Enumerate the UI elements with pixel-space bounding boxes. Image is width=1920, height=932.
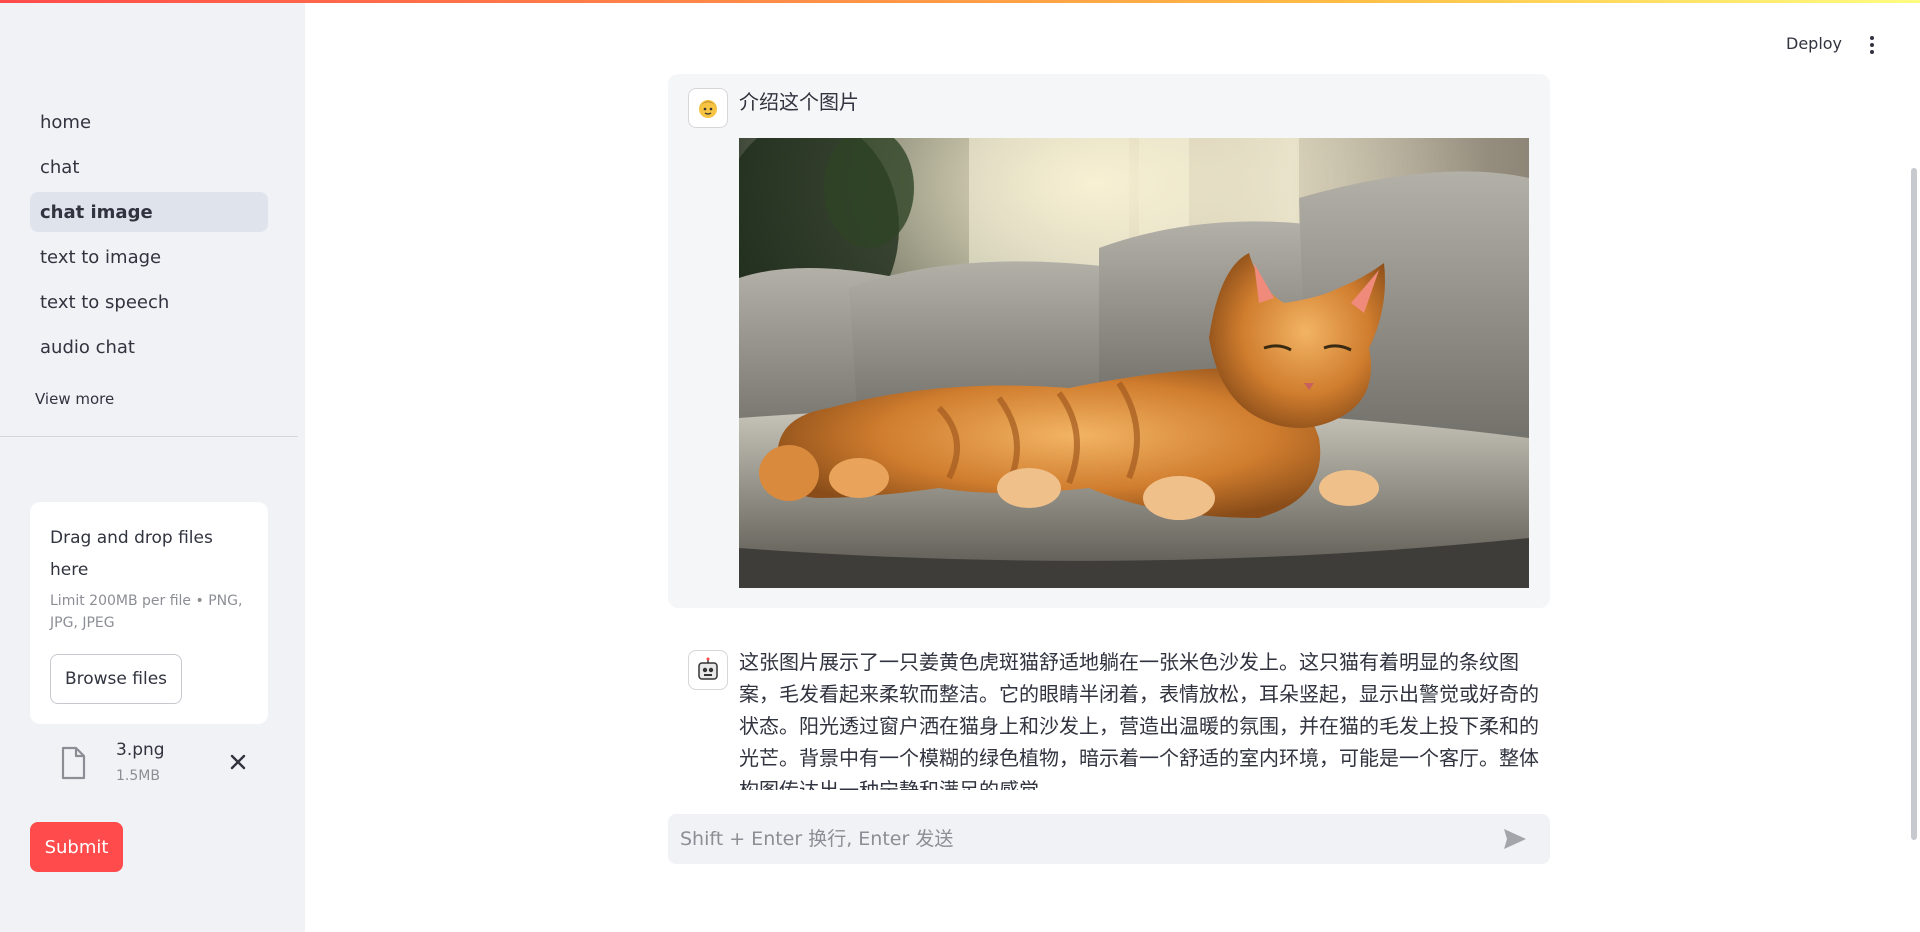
kebab-menu-icon[interactable]: [1862, 34, 1882, 58]
sidebar-item-text-to-speech[interactable]: text to speech: [30, 282, 268, 322]
dropzone-limit-text: Limit 200MB per file • PNG, JPG, JPEG: [50, 593, 243, 631]
deploy-button[interactable]: Deploy: [1786, 34, 1842, 53]
user-message-container: 介绍这个图片: [668, 74, 1550, 608]
sidebar-item-audio-chat[interactable]: audio chat: [30, 327, 268, 367]
sidebar: home chat chat image text to image text …: [0, 0, 305, 932]
dropzone-title: Drag and drop files here: [50, 528, 213, 580]
submit-button[interactable]: Submit: [30, 822, 123, 872]
sidebar-item-chat[interactable]: chat: [30, 147, 268, 187]
user-avatar-icon: [688, 88, 728, 128]
assistant-message-text: 这张图片展示了一只姜黄色虎斑猫舒适地躺在一张米色沙发上。这只猫有着明显的条纹图案…: [739, 650, 1539, 790]
file-icon: [61, 746, 86, 780]
uploaded-file-item: 3.png 1.5MB: [58, 738, 258, 794]
close-icon[interactable]: [224, 748, 252, 776]
sidebar-item-chat-image[interactable]: chat image: [30, 192, 268, 232]
top-decoration-bar: [0, 0, 1920, 3]
view-more-link[interactable]: View more: [35, 390, 114, 408]
chat-input[interactable]: [680, 814, 1480, 864]
browse-files-button[interactable]: Browse files: [50, 654, 182, 704]
assistant-avatar-icon: [688, 650, 728, 690]
file-name: 3.png: [116, 740, 165, 760]
uploaded-cat-image: [739, 138, 1529, 588]
send-icon[interactable]: [1502, 827, 1528, 851]
sidebar-nav: home chat chat image text to image text …: [30, 102, 268, 372]
chat-input-container: [668, 814, 1550, 864]
sidebar-item-home[interactable]: home: [30, 102, 268, 142]
sidebar-item-text-to-image[interactable]: text to image: [30, 237, 268, 277]
file-size: 1.5MB: [116, 768, 160, 784]
main-scrollbar[interactable]: [1911, 168, 1917, 840]
sidebar-divider: [0, 436, 298, 437]
file-uploader-dropzone[interactable]: Drag and drop files here Limit 200MB per…: [30, 502, 268, 724]
user-message-text: 介绍这个图片: [739, 90, 859, 114]
